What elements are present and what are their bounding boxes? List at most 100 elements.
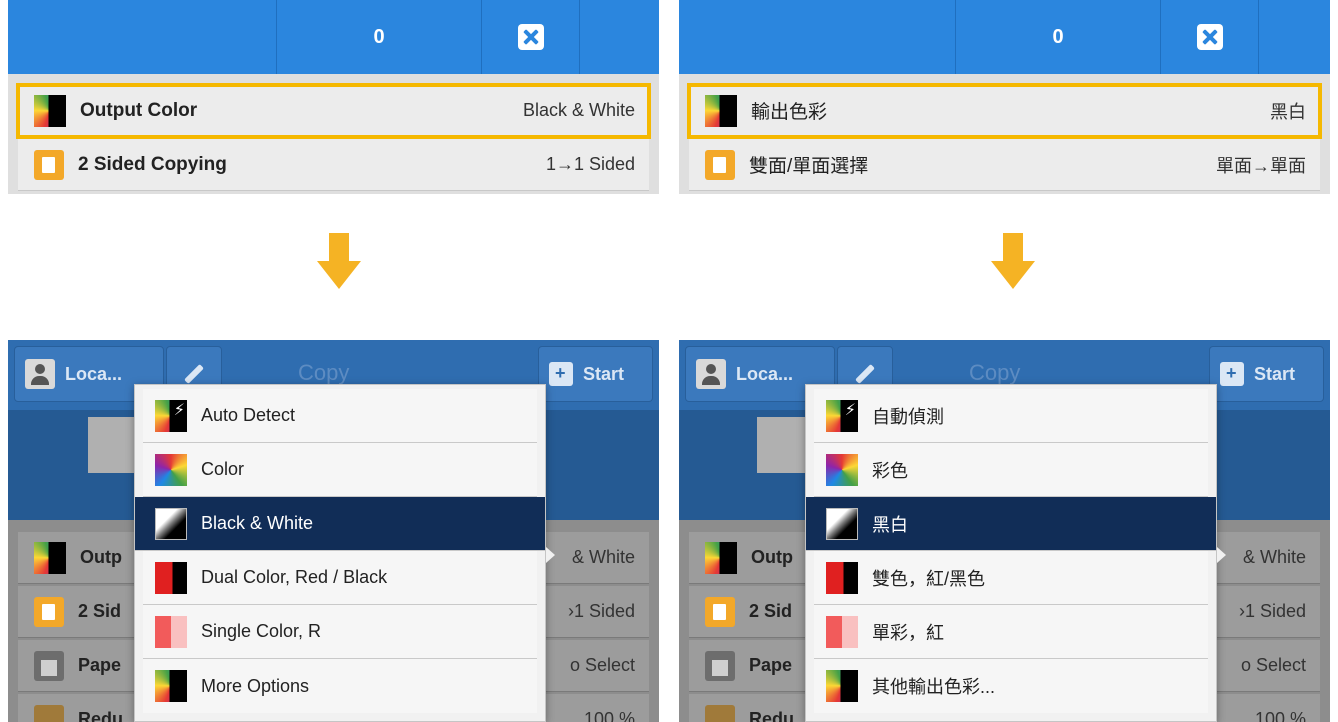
menu-item-black-white[interactable]: Black & White (135, 497, 545, 551)
output-color-icon (705, 94, 737, 127)
pencil-icon (855, 364, 875, 384)
row-value: o Select (569, 655, 635, 675)
paper-icon (34, 650, 64, 681)
menu-item-more-options[interactable]: 其他輸出色彩... (814, 659, 1208, 713)
row-value: ›1 Sided (1238, 601, 1306, 621)
copy-count-display[interactable]: 0 (276, 0, 482, 74)
top-right-panel: 0 輸出色彩 黑白 雙面/單面選擇 單面→單面 (679, 0, 1330, 194)
row-value: & White (1242, 547, 1306, 567)
paper-icon (705, 650, 735, 681)
clear-button[interactable] (482, 0, 580, 74)
auto-detect-icon (826, 399, 858, 432)
two-sided-icon (705, 596, 735, 627)
two-sided-icon (34, 149, 64, 180)
start-label: Start (1254, 363, 1296, 384)
menu-item-label: Dual Color, Red / Black (201, 567, 388, 587)
row-value: 單面→單面 (1216, 155, 1306, 176)
two-sided-icon (34, 596, 64, 627)
menu-item-label: 黑白 (872, 514, 908, 535)
menu-item-color[interactable]: 彩色 (814, 443, 1208, 497)
menu-pointer (1217, 547, 1226, 563)
menu-item-dual-color[interactable]: Dual Color, Red / Black (143, 551, 537, 605)
row-label: Output Color (80, 99, 198, 121)
output-color-row[interactable]: 輸出色彩 黑白 (687, 83, 1322, 139)
menu-item-label: Black & White (201, 513, 314, 533)
menu-item-auto-detect[interactable]: Auto Detect (143, 389, 537, 443)
page-title: Copy (969, 360, 1021, 385)
row-value: o Select (1240, 655, 1306, 675)
output-color-menu: 自動偵測 彩色 黑白 雙色，紅/黑色 單彩，紅 其他輸出色彩... (805, 384, 1217, 722)
menu-item-dual-color[interactable]: 雙色，紅/黑色 (814, 551, 1208, 605)
down-arrow-icon (991, 233, 1035, 289)
row-label: 輸出色彩 (751, 102, 828, 123)
dual-color-icon (826, 561, 858, 594)
menu-item-black-white[interactable]: 黑白 (806, 497, 1216, 551)
menu-item-single-color[interactable]: 單彩，紅 (814, 605, 1208, 659)
color-icon (826, 453, 858, 486)
menu-item-more-options[interactable]: More Options (143, 659, 537, 713)
menu-item-label: 自動偵測 (872, 406, 944, 427)
close-icon (1196, 24, 1223, 50)
menu-item-single-color[interactable]: Single Color, R (143, 605, 537, 659)
close-icon (517, 24, 544, 50)
copy-count-display[interactable]: 0 (955, 0, 1161, 74)
header-bar: 0 (8, 0, 659, 74)
row-label: 雙面/單面選擇 (749, 156, 869, 177)
menu-item-color[interactable]: Color (143, 443, 537, 497)
reduce-enlarge-icon (34, 704, 64, 722)
output-color-menu: Auto Detect Color Black & White Dual Col… (134, 384, 546, 722)
menu-item-label: 雙色，紅/黑色 (872, 568, 986, 589)
row-value: 1→1 Sided (545, 154, 635, 174)
start-label: Start (583, 363, 625, 384)
menu-item-auto-detect[interactable]: 自動偵測 (814, 389, 1208, 443)
two-sided-copying-row[interactable]: 2 Sided Copying 1→1 Sided (18, 139, 649, 191)
start-icon (549, 362, 573, 386)
pencil-icon (184, 364, 204, 384)
row-value: 100 % (583, 709, 635, 722)
output-color-icon (34, 94, 66, 127)
menu-pointer (546, 547, 555, 563)
header-bar: 0 (679, 0, 1330, 74)
bottom-left-panel: Loca... Copy Start Outp & White 2 Sid ›1… (8, 340, 659, 722)
bottom-right-panel: Loca... Copy Start Outp & White 2 Sid ›1… (679, 340, 1330, 722)
two-sided-icon (705, 149, 735, 180)
more-options-icon (155, 670, 187, 702)
single-color-icon (826, 615, 858, 648)
clear-button[interactable] (1161, 0, 1259, 74)
output-color-icon (34, 541, 66, 574)
menu-item-label: 單彩，紅 (872, 622, 944, 643)
user-label: Loca... (65, 363, 123, 384)
menu-item-label: Color (201, 459, 245, 479)
page-title: Copy (298, 360, 350, 385)
output-color-row[interactable]: Output Color Black & White (16, 83, 651, 139)
start-icon (1220, 362, 1244, 386)
auto-detect-icon (155, 399, 187, 432)
output-color-icon (705, 541, 737, 574)
row-value: & White (571, 547, 635, 567)
black-white-icon (826, 507, 858, 540)
single-color-icon (155, 615, 187, 648)
start-button[interactable]: Start (538, 346, 653, 402)
more-options-icon (826, 670, 858, 702)
row-label: 2 Sided Copying (78, 153, 227, 175)
user-icon (696, 359, 726, 389)
menu-item-label: 彩色 (872, 460, 908, 481)
menu-item-label: More Options (201, 675, 310, 696)
start-button[interactable]: Start (1209, 346, 1324, 402)
row-value: Black & White (522, 100, 635, 120)
dual-color-icon (155, 561, 187, 594)
two-sided-copying-row[interactable]: 雙面/單面選擇 單面→單面 (689, 139, 1320, 191)
row-value: 100 % (1254, 709, 1306, 722)
black-white-icon (155, 507, 187, 540)
row-value: ›1 Sided (567, 601, 635, 621)
menu-item-label: Single Color, R (201, 621, 322, 641)
top-left-panel: 0 Output Color Black & White 2 Sided Cop… (8, 0, 659, 194)
menu-item-label: Auto Detect (201, 405, 296, 425)
color-icon (155, 453, 187, 486)
reduce-enlarge-icon (705, 704, 735, 722)
user-icon (25, 359, 55, 389)
user-label: Loca... (736, 363, 794, 384)
down-arrow-icon (317, 233, 361, 289)
menu-item-label: 其他輸出色彩... (872, 677, 996, 697)
row-value: 黑白 (1270, 101, 1306, 122)
